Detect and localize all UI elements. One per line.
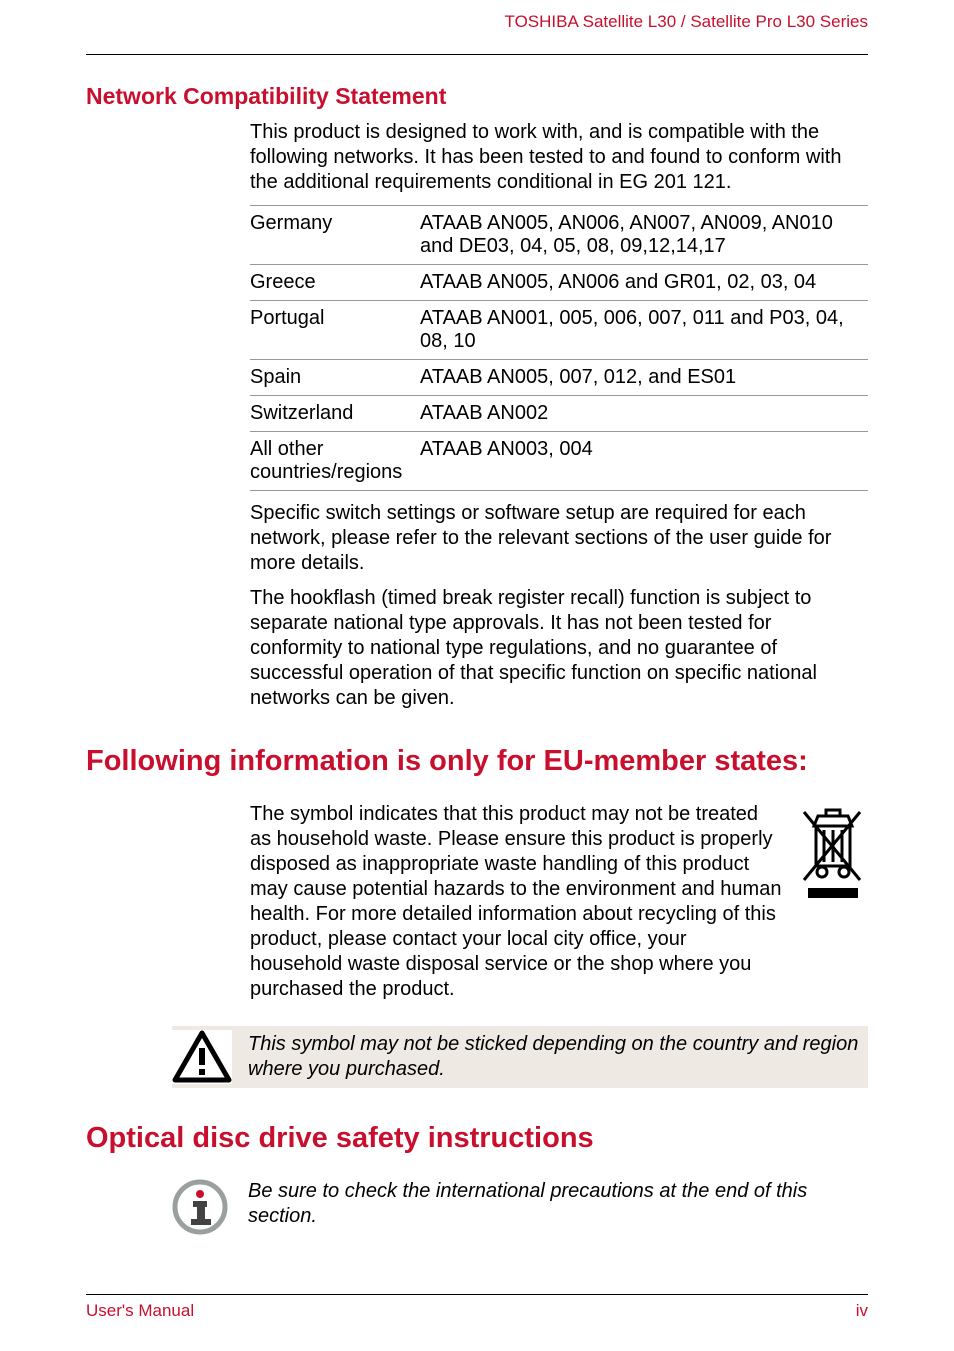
table-row: Portugal ATAAB AN001, 005, 006, 007, 011…: [250, 301, 868, 360]
info-icon: [172, 1179, 232, 1240]
info-text: Be sure to check the international preca…: [248, 1179, 868, 1229]
codes-cell: ATAAB AN005, 007, 012, and ES01: [420, 360, 868, 396]
header-rule: [86, 54, 868, 55]
weee-bin-icon: [798, 802, 868, 907]
caution-note: This symbol may not be sticked depending…: [172, 1026, 868, 1088]
codes-cell: ATAAB AN002: [420, 396, 868, 432]
footer-left: User's Manual: [86, 1301, 194, 1321]
country-cell: Greece: [250, 265, 420, 301]
network-para3: The hookflash (timed break register reca…: [250, 586, 868, 711]
table-row: Spain ATAAB AN005, 007, 012, and ES01: [250, 360, 868, 396]
codes-cell: ATAAB AN005, AN006, AN007, AN009, AN010 …: [420, 206, 868, 265]
codes-cell: ATAAB AN005, AN006 and GR01, 02, 03, 04: [420, 265, 868, 301]
network-table: Germany ATAAB AN005, AN006, AN007, AN009…: [250, 205, 868, 491]
caution-text: This symbol may not be sticked depending…: [248, 1026, 868, 1088]
network-compat-heading: Network Compatibility Statement: [86, 83, 868, 110]
header-product-line: TOSHIBA Satellite L30 / Satellite Pro L3…: [86, 0, 868, 38]
country-cell: All other countries/regions: [250, 432, 420, 491]
table-row: All other countries/regions ATAAB AN003,…: [250, 432, 868, 491]
table-row: Germany ATAAB AN005, AN006, AN007, AN009…: [250, 206, 868, 265]
eu-para: The symbol indicates that this product m…: [250, 802, 784, 1002]
eu-heading: Following information is only for EU-mem…: [86, 745, 868, 778]
network-intro: This product is designed to work with, a…: [250, 120, 868, 195]
country-cell: Spain: [250, 360, 420, 396]
page-footer: User's Manual iv: [86, 1294, 868, 1321]
codes-cell: ATAAB AN001, 005, 006, 007, 011 and P03,…: [420, 301, 868, 360]
info-note: Be sure to check the international preca…: [172, 1179, 868, 1240]
country-cell: Portugal: [250, 301, 420, 360]
country-cell: Germany: [250, 206, 420, 265]
footer-right: iv: [856, 1301, 868, 1321]
odd-heading: Optical disc drive safety instructions: [86, 1122, 868, 1155]
table-row: Switzerland ATAAB AN002: [250, 396, 868, 432]
table-row: Greece ATAAB AN005, AN006 and GR01, 02, …: [250, 265, 868, 301]
country-cell: Switzerland: [250, 396, 420, 432]
codes-cell: ATAAB AN003, 004: [420, 432, 868, 491]
network-para2: Specific switch settings or software set…: [250, 501, 868, 576]
caution-triangle-icon: [172, 1030, 232, 1084]
